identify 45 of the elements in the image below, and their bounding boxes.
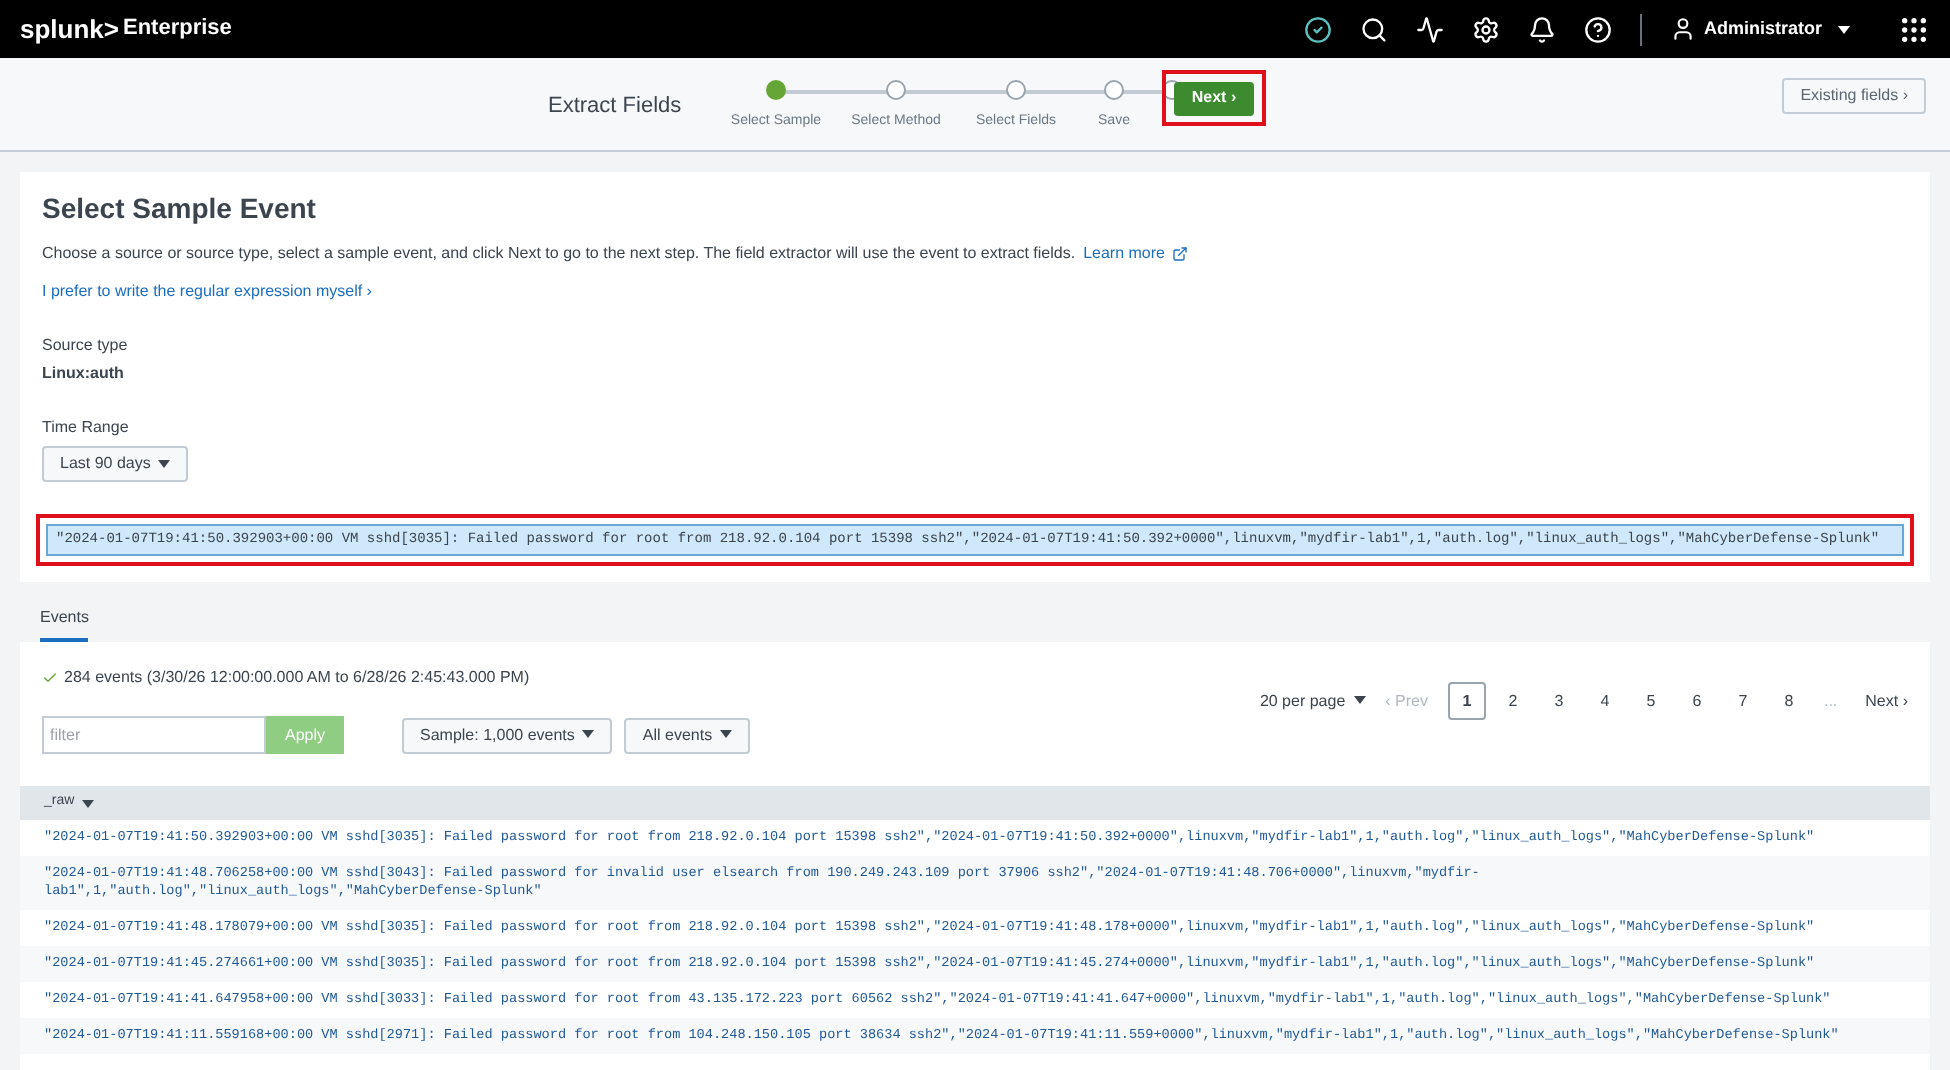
check-icon <box>42 670 58 686</box>
page-button[interactable]: 8 <box>1769 682 1808 720</box>
event-count: 284 events (3/30/26 12:00:00.000 AM to 6/28/26 2:45:43.000 PM) <box>64 666 530 690</box>
filter-field[interactable]: filter <box>42 716 266 754</box>
check-circle-icon[interactable] <box>1303 15 1332 43</box>
page-button[interactable]: 5 <box>1631 682 1670 720</box>
caret-icon <box>720 730 733 739</box>
page-button[interactable]: 7 <box>1723 682 1762 720</box>
field-label: Source type <box>42 334 130 358</box>
logo[interactable]: splunk> <box>20 9 119 49</box>
wizard-title: Extract Fields <box>548 92 682 122</box>
per-page-dropdown[interactable]: 20 per page <box>1259 689 1366 713</box>
next-page-button[interactable]: Next › <box>1865 689 1908 713</box>
bell-icon[interactable] <box>1527 15 1556 43</box>
sample-dropdown[interactable]: Sample: 1,000 events <box>402 717 613 753</box>
caret-icon <box>82 799 95 807</box>
field-label: Time Range <box>42 416 131 440</box>
intro-text: Choose a source or source type, select a sample event, and click Next to go to the next step. The field extractor will use the event to extract fields. <box>42 242 1076 266</box>
pagination-ellipsis: ... <box>1823 689 1838 713</box>
page-button[interactable]: 4 <box>1585 682 1624 720</box>
next-button[interactable]: Next › <box>1174 81 1254 115</box>
caret-icon <box>1353 696 1366 705</box>
page-button[interactable]: 2 <box>1493 682 1532 720</box>
regex-link[interactable]: I prefer to write the regular expression myself › <box>42 280 372 304</box>
search-icon[interactable] <box>1359 15 1388 43</box>
page-button[interactable]: 1 <box>1447 682 1486 720</box>
external-link-icon[interactable] <box>1172 246 1189 262</box>
help-icon[interactable] <box>1583 15 1612 43</box>
event-filter-dropdown[interactable]: All events <box>624 717 751 753</box>
user-icon <box>1669 16 1696 42</box>
activity-icon[interactable] <box>1415 15 1444 43</box>
learn-more-link[interactable]: Learn more <box>1083 242 1165 266</box>
apps-grid-icon[interactable] <box>1898 13 1930 45</box>
source-type-value: Linux:auth <box>42 362 126 386</box>
page-title: Select Sample Event <box>42 190 318 228</box>
user-menu[interactable]: Administrator <box>1669 15 1850 43</box>
page-button[interactable]: 3 <box>1539 682 1578 720</box>
time-range-dropdown[interactable]: Last 90 days <box>42 446 189 482</box>
product-name: Enterprise <box>123 14 232 45</box>
page-button[interactable]: 6 <box>1677 682 1716 720</box>
settings-icon[interactable] <box>1471 15 1500 43</box>
existing-fields-button[interactable]: Existing fields › <box>1782 78 1926 114</box>
caret-icon <box>1838 25 1850 33</box>
caret-icon <box>158 459 171 468</box>
caret-icon <box>582 730 595 739</box>
